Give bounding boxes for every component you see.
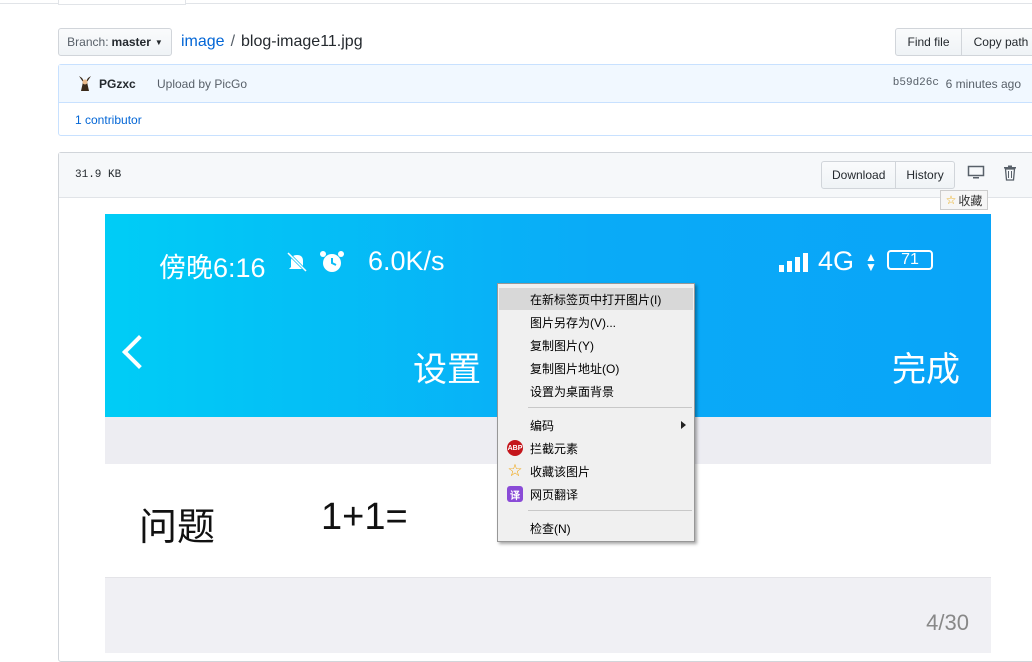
question-label: 问题 bbox=[139, 507, 216, 549]
file-actions-group: Find file Copy path bbox=[895, 28, 1032, 56]
menu-copy-image-address[interactable]: 复制图片地址(O) bbox=[499, 357, 693, 379]
avatar[interactable] bbox=[76, 74, 94, 92]
menu-encoding-label: 编码 bbox=[530, 418, 555, 433]
contributors-link[interactable]: 1 contributor bbox=[75, 113, 142, 127]
submenu-arrow-icon bbox=[681, 421, 686, 429]
file-header: 31.9 KB Download History bbox=[59, 153, 1032, 198]
alarm-icon bbox=[319, 250, 345, 277]
menu-block-element-label: 拦截元素 bbox=[530, 441, 579, 456]
commit-author[interactable]: PGzxc bbox=[99, 77, 136, 91]
battery-level: 71 bbox=[901, 251, 919, 268]
signal-icon bbox=[779, 252, 813, 275]
file-buttons-group: Download History bbox=[821, 161, 955, 189]
menu-translate-page-label: 网页翻译 bbox=[530, 487, 579, 502]
file-size: 31.9 KB bbox=[75, 169, 122, 181]
breadcrumb-root-link[interactable]: image bbox=[181, 33, 225, 50]
menu-block-element[interactable]: ABP 拦截元素 bbox=[499, 437, 693, 459]
menu-encoding[interactable]: 编码 bbox=[499, 414, 693, 436]
menu-inspect[interactable]: 检查(N) bbox=[499, 517, 693, 539]
menu-favorite-image[interactable]: ☆ 收藏该图片 bbox=[499, 460, 693, 482]
branch-select-button[interactable]: Branch: master ▼ bbox=[58, 28, 172, 56]
status-network: 4G bbox=[818, 246, 855, 276]
menu-open-image-new-tab[interactable]: 在新标签页中打开图片(I) bbox=[499, 288, 693, 310]
breadcrumb-separator: / bbox=[230, 33, 236, 50]
menu-copy-image[interactable]: 复制图片(Y) bbox=[499, 334, 693, 356]
star-outline-icon: ☆ bbox=[507, 461, 523, 480]
menu-translate-page[interactable]: 译 网页翻译 bbox=[499, 483, 693, 505]
menu-separator bbox=[528, 407, 692, 408]
phone-done: 完成 bbox=[892, 351, 960, 389]
favorite-tooltip: ☆ 收藏 bbox=[940, 190, 988, 210]
breadcrumb-file-name: blog-image11.jpg bbox=[241, 33, 363, 50]
question-value: 1+1= bbox=[321, 496, 408, 538]
commit-header: PGzxc Upload by PicGo b59d26c 6 minutes … bbox=[59, 65, 1032, 103]
commit-message[interactable]: Upload by PicGo bbox=[157, 77, 247, 91]
menu-separator bbox=[528, 510, 692, 511]
download-button[interactable]: Download bbox=[821, 161, 897, 189]
trash-icon[interactable] bbox=[1003, 165, 1017, 184]
branch-value: master bbox=[111, 35, 151, 49]
breadcrumb: image / blog-image11.jpg bbox=[181, 33, 363, 51]
context-menu: 在新标签页中打开图片(I) 图片另存为(V)... 复制图片(Y) 复制图片地址… bbox=[497, 283, 695, 542]
status-speed: 6.0K/s bbox=[368, 246, 445, 276]
phone-footer-band bbox=[105, 578, 991, 653]
star-icon: ☆ bbox=[945, 193, 957, 207]
phone-title: 设置 bbox=[413, 351, 481, 389]
caret-down-icon: ▼ bbox=[154, 37, 163, 47]
commit-sha[interactable]: b59d26c bbox=[893, 77, 939, 89]
history-button[interactable]: History bbox=[895, 161, 955, 189]
tooltip-label: 收藏 bbox=[958, 193, 983, 208]
commit-info-box: PGzxc Upload by PicGo b59d26c 6 minutes … bbox=[58, 64, 1032, 136]
active-tab-stub bbox=[58, 0, 186, 5]
status-time: 傍晚6:16 bbox=[159, 253, 266, 283]
find-file-button[interactable]: Find file bbox=[895, 28, 962, 56]
desktop-icon[interactable] bbox=[967, 165, 985, 184]
commit-time: 6 minutes ago bbox=[945, 77, 1021, 91]
menu-favorite-image-label: 收藏该图片 bbox=[530, 464, 591, 479]
data-arrows-icon: ▲ ▼ bbox=[865, 250, 877, 274]
mute-bell-icon bbox=[285, 250, 309, 277]
menu-set-desktop-background[interactable]: 设置为桌面背景 bbox=[499, 380, 693, 402]
copy-path-button[interactable]: Copy path bbox=[961, 28, 1032, 56]
menu-save-image-as[interactable]: 图片另存为(V)... bbox=[499, 311, 693, 333]
battery-icon: 71 bbox=[887, 250, 933, 270]
abp-icon: ABP bbox=[507, 440, 523, 456]
translate-icon: 译 bbox=[507, 486, 523, 502]
page-counter: 4/30 bbox=[926, 610, 969, 635]
branch-label: Branch: bbox=[67, 35, 109, 49]
